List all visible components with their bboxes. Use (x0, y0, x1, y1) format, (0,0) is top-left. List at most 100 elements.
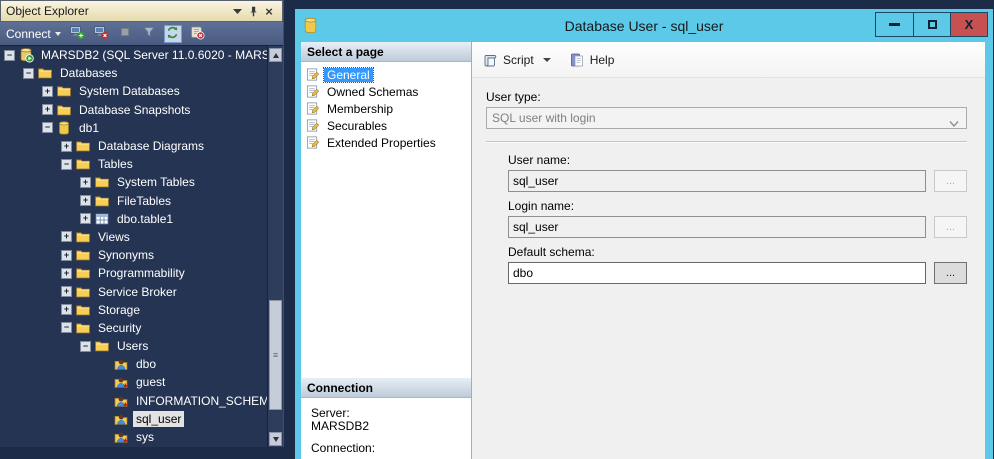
tree-item-synonyms[interactable]: +Synonyms (0, 246, 267, 264)
expander-plus-icon[interactable]: + (61, 304, 72, 315)
tree-item-tables[interactable]: −Tables (0, 155, 267, 173)
folder-icon (56, 83, 72, 99)
expander-plus-icon[interactable]: + (61, 268, 72, 279)
expander-plus-icon[interactable]: + (80, 195, 91, 206)
expander-minus-icon[interactable]: − (4, 50, 15, 61)
chevron-down-icon[interactable] (229, 4, 245, 18)
folder-icon (37, 65, 53, 81)
connect-button[interactable]: Connect (6, 27, 61, 41)
object-explorer-tree: −MARSDB2 (SQL Server 11.0.6020 - MARSD−D… (0, 46, 267, 447)
expander-plus-icon[interactable]: + (80, 177, 91, 188)
user-icon (113, 356, 129, 372)
pin-icon[interactable] (245, 4, 261, 18)
tree-item-label: Users (114, 338, 151, 354)
tree-item-label: Views (95, 229, 133, 245)
login-name-browse-button: ... (934, 216, 967, 238)
general-page-pane: Script Help User type: SQL user with log… (472, 42, 985, 459)
folder-icon (94, 338, 110, 354)
page-icon (305, 67, 320, 82)
filter-icon (141, 24, 157, 43)
page-item-membership[interactable]: Membership (303, 100, 469, 117)
scrollbar-thumb[interactable]: ≡ (269, 300, 282, 410)
tree-item-security[interactable]: −Security (0, 319, 267, 337)
tree-item-filetables[interactable]: +FileTables (0, 192, 267, 210)
tree-item-marsdb2-sql-server-11-0-6020-marsd[interactable]: −MARSDB2 (SQL Server 11.0.6020 - MARSD (0, 46, 267, 64)
tree-item-users[interactable]: − Users (0, 337, 267, 355)
expander-plus-icon[interactable]: + (61, 141, 72, 152)
folder-icon (75, 229, 91, 245)
dialog-titlebar[interactable]: Database User - sql_user X (295, 9, 993, 42)
scroll-error-button[interactable] (188, 25, 206, 43)
close-button[interactable]: X (950, 13, 987, 36)
tree-scrollbar[interactable]: ≡ (267, 46, 283, 447)
page-item-general[interactable]: General (303, 66, 469, 83)
tree-item-label: INFORMATION_SCHEMA (133, 393, 267, 409)
tree-item-db1[interactable]: −db1 (0, 119, 267, 137)
tree-item-label: Database Diagrams (95, 138, 207, 154)
tree-item-sys[interactable]: sys (0, 428, 267, 446)
tree-item-system-databases[interactable]: + System Databases (0, 82, 267, 100)
connect-dropdown-icon (55, 32, 61, 36)
page-icon (305, 101, 320, 116)
scrollbar-down-button[interactable] (269, 432, 282, 446)
tree-item-label: sys (133, 429, 157, 445)
page-item-securables[interactable]: Securables (303, 117, 469, 134)
page-icon (305, 84, 320, 99)
expander-plus-icon[interactable]: + (61, 231, 72, 242)
tree-item-guest[interactable]: guest (0, 373, 267, 391)
tree-item-system-tables[interactable]: + System Tables (0, 173, 267, 191)
expander-plus-icon[interactable]: + (42, 86, 53, 97)
tree-item-database-diagrams[interactable]: + Database Diagrams (0, 137, 267, 155)
tree-item-dbo[interactable]: dbo (0, 355, 267, 373)
arrow-down-icon (273, 437, 279, 442)
arrow-up-icon (273, 53, 279, 58)
default-schema-browse-button[interactable]: ... (934, 262, 967, 284)
expander-plus-icon[interactable]: + (61, 286, 72, 297)
tree-item-database-snapshots[interactable]: +Database Snapshots (0, 101, 267, 119)
default-schema-field[interactable] (508, 262, 926, 284)
tree-item-views[interactable]: + Views (0, 228, 267, 246)
script-button[interactable]: Script (482, 52, 551, 68)
tree-item-information-schema[interactable]: INFORMATION_SCHEMA (0, 392, 267, 410)
page-item-label: Securables (324, 119, 390, 133)
database-icon (56, 120, 72, 136)
expander-minus-icon[interactable]: − (23, 68, 34, 79)
page-item-owned-schemas[interactable]: Owned Schemas (303, 83, 469, 100)
thumb-grip-icon: ≡ (273, 352, 278, 358)
tree-item-label: System Tables (114, 174, 198, 190)
minimize-button[interactable] (876, 13, 913, 36)
tree-item-label: Service Broker (95, 284, 180, 300)
expander-minus-icon[interactable]: − (61, 159, 72, 170)
refresh-button[interactable] (164, 25, 182, 43)
maximize-icon (928, 20, 937, 29)
page-item-label: Membership (324, 102, 396, 116)
server-disconnect-button[interactable] (92, 25, 110, 43)
stop-button[interactable] (116, 25, 134, 43)
expander-plus-icon[interactable]: + (61, 250, 72, 261)
tree-item-label: Databases (57, 65, 120, 81)
tree-item-storage[interactable]: +Storage (0, 301, 267, 319)
tree-item-label: dbo.table1 (114, 211, 176, 227)
tree-item-dbo-table1[interactable]: + dbo.table1 (0, 210, 267, 228)
tree-item-service-broker[interactable]: + Service Broker (0, 282, 267, 300)
stop-icon (117, 24, 133, 43)
tree-item-label: System Databases (76, 83, 183, 99)
server-connect-button[interactable] (68, 25, 86, 43)
scrollbar-up-button[interactable] (269, 48, 282, 62)
expander-plus-icon[interactable]: + (42, 104, 53, 115)
scroll-error-icon (189, 24, 205, 43)
help-button[interactable]: Help (569, 52, 615, 68)
refresh-icon (166, 26, 179, 42)
close-icon[interactable]: × (261, 4, 277, 18)
page-item-extended-properties[interactable]: Extended Properties (303, 134, 469, 151)
expander-minus-icon[interactable]: − (61, 322, 72, 333)
expander-minus-icon[interactable]: − (80, 341, 91, 352)
expander-plus-icon[interactable]: + (80, 213, 91, 224)
tree-item-databases[interactable]: − Databases (0, 64, 267, 82)
server-icon (18, 47, 34, 63)
filter-button[interactable] (140, 25, 158, 43)
tree-item-sql-user[interactable]: sql_user (0, 410, 267, 428)
tree-item-programmability[interactable]: +Programmability (0, 264, 267, 282)
expander-minus-icon[interactable]: − (42, 122, 53, 133)
maximize-button[interactable] (913, 13, 950, 36)
